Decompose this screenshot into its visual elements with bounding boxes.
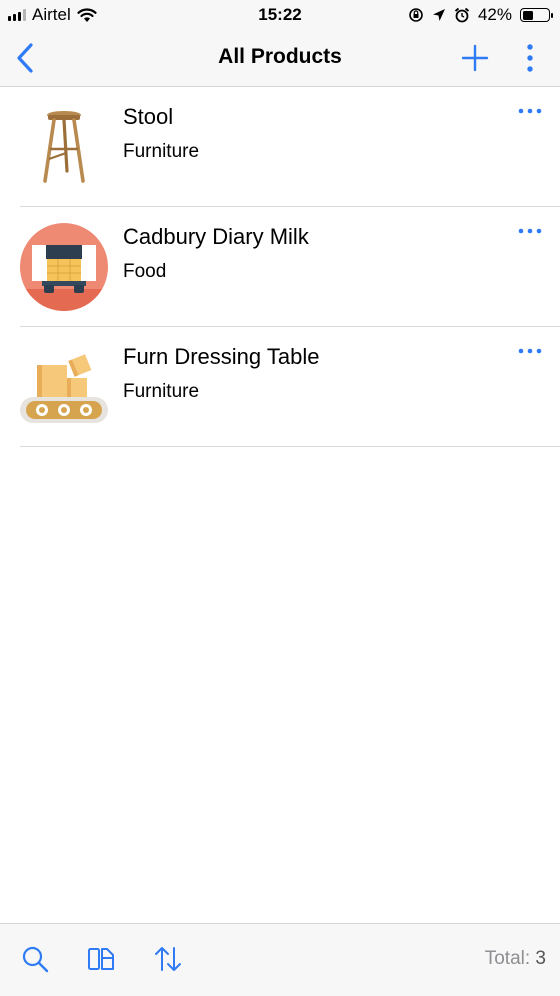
product-category: Food bbox=[123, 261, 167, 282]
conveyor-boxes-image bbox=[20, 354, 108, 423]
layout-icon[interactable] bbox=[86, 944, 116, 974]
more-dots-icon[interactable] bbox=[518, 105, 542, 117]
list-item[interactable]: Cadbury Diary Milk Food bbox=[0, 207, 560, 327]
search-icon[interactable] bbox=[20, 944, 50, 974]
status-bar: Airtel 15:22 42% bbox=[0, 0, 560, 30]
orientation-lock-icon bbox=[409, 8, 423, 22]
product-category: Furniture bbox=[123, 381, 200, 402]
more-dots-icon[interactable] bbox=[518, 225, 542, 237]
navigation-bar: All Products bbox=[0, 30, 560, 87]
list-item[interactable]: Stool Furniture bbox=[0, 87, 560, 207]
battery-level bbox=[522, 10, 533, 20]
list-item[interactable]: Furn Dressing Table Furniture bbox=[0, 327, 560, 447]
product-name: Stool bbox=[123, 104, 174, 129]
product-name: Furn Dressing Table bbox=[123, 344, 320, 369]
battery-icon bbox=[520, 8, 553, 22]
food-truck-image bbox=[20, 223, 108, 311]
plus-icon[interactable] bbox=[460, 43, 490, 73]
stool-image bbox=[43, 111, 85, 183]
total-label: Total: bbox=[484, 948, 531, 969]
total-count: Total: 3 bbox=[485, 948, 546, 970]
total-value: 3 bbox=[535, 948, 546, 969]
vertical-dots-icon[interactable] bbox=[518, 42, 542, 74]
location-icon bbox=[432, 9, 445, 21]
battery-percent: 42% bbox=[477, 5, 512, 24]
product-category: Furniture bbox=[123, 141, 200, 162]
sort-icon[interactable] bbox=[153, 944, 183, 974]
bottom-toolbar: Total: 3 bbox=[0, 923, 560, 996]
product-name: Cadbury Diary Milk bbox=[123, 224, 309, 249]
more-dots-icon[interactable] bbox=[518, 345, 542, 357]
product-list: Stool Furniture Cadbury Diary Milk Food bbox=[0, 87, 560, 447]
alarm-icon bbox=[454, 7, 470, 23]
